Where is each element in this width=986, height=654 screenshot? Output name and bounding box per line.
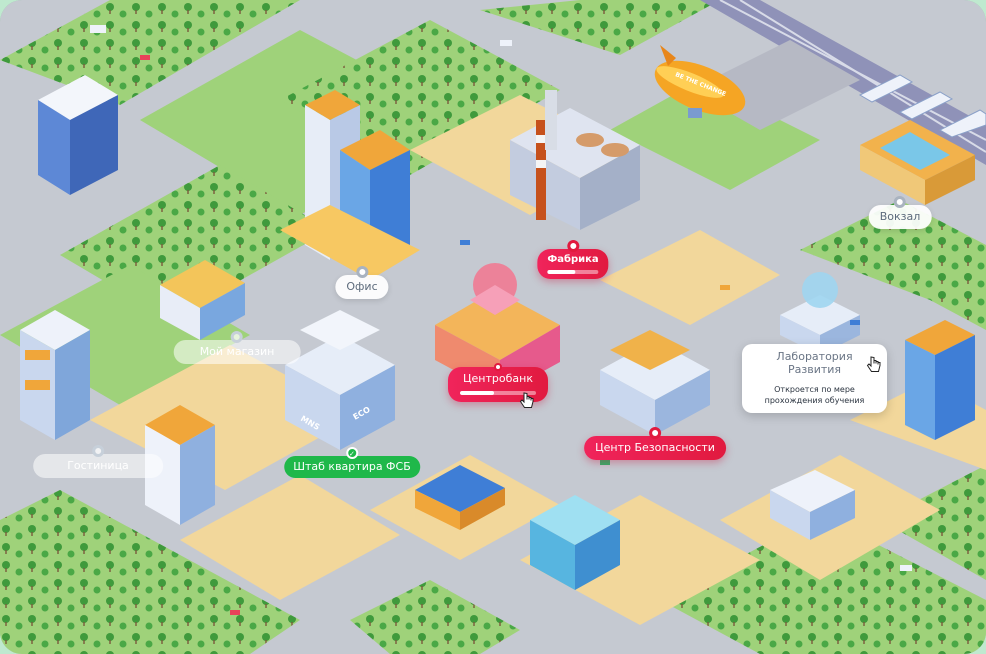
location-pin-icon [893, 196, 906, 208]
game-map-frame: BE THE CHANGE MNS ECO Офис Мой магазин Г… [0, 0, 986, 654]
building-tower-right [905, 320, 975, 440]
location-pin-icon [231, 331, 243, 343]
factory-progress-bar [547, 270, 599, 274]
location-my-store-label: Мой магазин [199, 345, 275, 358]
factory-progress-fill [547, 270, 576, 274]
city-map: BE THE CHANGE MNS ECO [0, 0, 986, 654]
hand-cursor-icon [519, 392, 534, 408]
location-fsb-hq[interactable]: Штаб квартира ФСБ [284, 447, 420, 478]
location-pin-icon [648, 427, 661, 439]
location-factory[interactable]: Фабрика [537, 240, 609, 279]
location-factory-label: Фабрика [547, 254, 599, 265]
location-security-center-label: Центр Безопасности [595, 441, 715, 454]
location-pin-icon [494, 363, 502, 371]
completed-check-icon [345, 447, 358, 461]
location-pin-icon [355, 266, 368, 278]
location-hotel-label: Гостиница [67, 459, 129, 472]
central-bank-progress-fill [460, 391, 495, 395]
location-my-store[interactable]: Мой магазин [173, 331, 301, 364]
location-hotel[interactable]: Гостиница [33, 445, 163, 478]
building-hotel [20, 310, 90, 440]
location-office[interactable]: Офис [335, 266, 389, 299]
location-station[interactable]: Вокзал [868, 196, 932, 229]
location-fsb-hq-label: Штаб квартира ФСБ [293, 460, 411, 473]
location-central-bank-label: Центробанк [463, 372, 533, 385]
location-office-label: Офис [346, 280, 378, 293]
location-dev-lab-note: Откроется по мере прохождения обучения [764, 385, 865, 405]
location-pin-icon [566, 240, 579, 252]
location-security-center[interactable]: Центр Безопасности [584, 427, 726, 460]
location-dev-lab-label: Лаборатория Развития [776, 350, 853, 376]
location-station-label: Вокзал [879, 210, 921, 223]
hand-cursor-icon [866, 356, 881, 372]
location-dev-lab[interactable]: Лаборатория Развития Откроется по мере п… [742, 344, 887, 413]
location-pin-icon [92, 445, 104, 457]
